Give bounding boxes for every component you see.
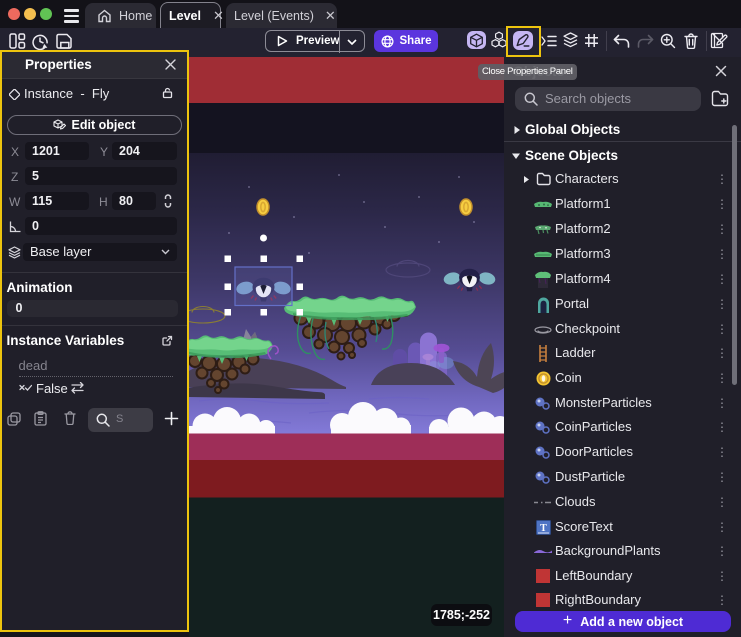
svg-text:T: T [540, 523, 547, 534]
